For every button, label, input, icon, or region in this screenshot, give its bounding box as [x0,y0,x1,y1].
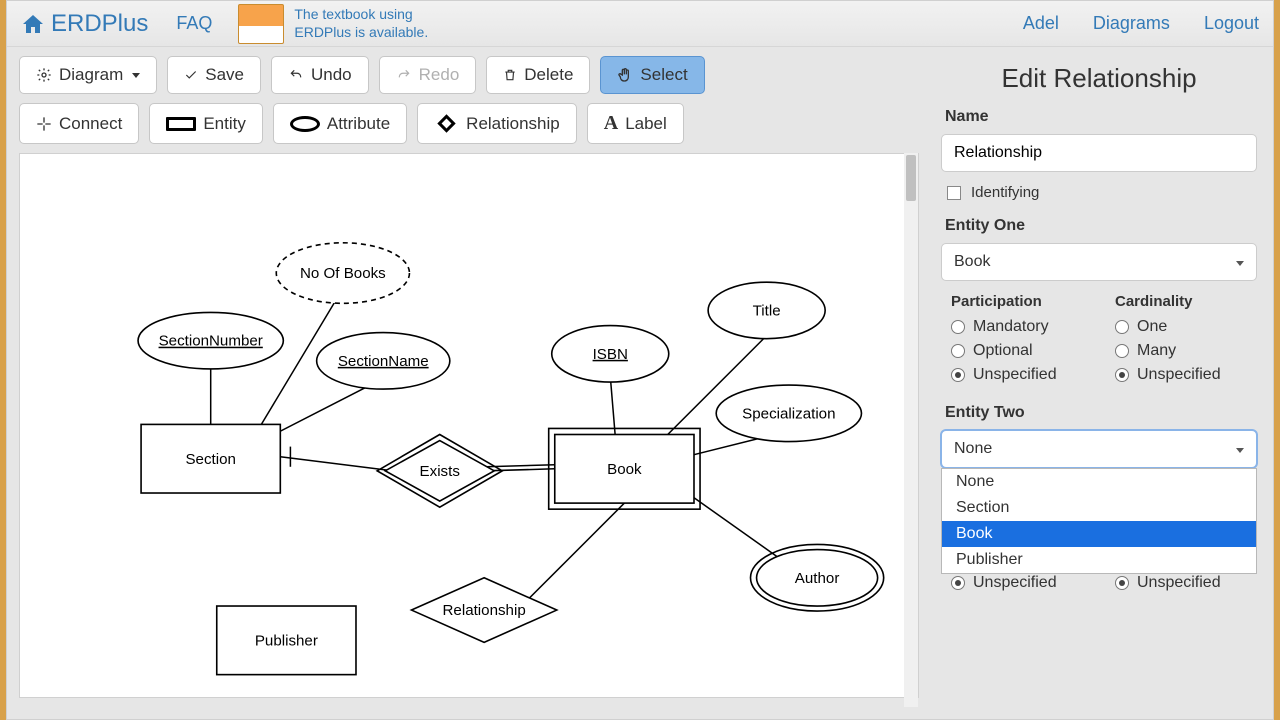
entity-one-value: Book [954,253,990,270]
svg-text:Relationship: Relationship [443,602,526,619]
name-label: Name [945,108,1257,126]
entity-two-dropdown[interactable]: NoneSectionBookPublisher [941,468,1257,574]
canvas[interactable]: No Of Books SectionNumber SectionName IS… [19,153,919,698]
redo-button[interactable]: Redo [379,56,477,94]
entity-two-select[interactable]: None [941,430,1257,468]
e1-card-unspecified[interactable]: Unspecified [1115,366,1257,384]
identifying-row[interactable]: Identifying [947,184,1257,201]
promo-banner[interactable]: The textbook using ERDPlus is available. [238,4,428,44]
svg-text:Publisher: Publisher [255,632,318,649]
undo-icon [288,68,304,82]
top-bar: ERDPlus FAQ The textbook using ERDPlus i… [7,1,1273,47]
entity-one-select[interactable]: Book [941,243,1257,281]
nav-right: Adel Diagrams Logout [1023,13,1259,34]
entity-button[interactable]: Entity [149,103,263,144]
relationship-label: Relationship [466,114,560,134]
svg-text:Exists: Exists [420,463,461,480]
save-button[interactable]: Save [167,56,261,94]
hand-icon [617,67,633,83]
participation-heading: Participation [951,293,1093,310]
entity-two-option[interactable]: None [942,469,1256,495]
entity-one-label: Entity One [945,217,1257,235]
diagram-menu-label: Diagram [59,65,123,85]
nav-logout[interactable]: Logout [1204,13,1259,34]
svg-text:Section: Section [185,451,235,468]
svg-text:SectionName: SectionName [338,353,429,370]
main-area: Diagram Save Undo [7,47,1273,719]
e1-part-mandatory[interactable]: Mandatory [951,318,1093,336]
e1-card-many[interactable]: Many [1115,342,1257,360]
nav-diagrams[interactable]: Diagrams [1093,13,1170,34]
erd-diagram: No Of Books SectionNumber SectionName IS… [20,154,918,698]
promo-line2: ERDPlus is available. [294,24,428,42]
attribute-icon [290,116,320,132]
gear-icon [36,67,52,83]
connect-icon [36,116,52,132]
name-input[interactable] [941,134,1257,172]
entity-two-option[interactable]: Book [942,521,1256,547]
connect-button[interactable]: Connect [19,103,139,144]
select-button[interactable]: Select [600,56,704,94]
identifying-label: Identifying [971,184,1039,201]
save-label: Save [205,65,244,85]
nav-user[interactable]: Adel [1023,13,1059,34]
app-root: ERDPlus FAQ The textbook using ERDPlus i… [6,0,1274,720]
redo-label: Redo [419,65,460,85]
svg-text:Author: Author [795,570,840,587]
scrollbar-thumb[interactable] [906,155,916,201]
side-panel: Edit Relationship Name Identifying Entit… [931,47,1273,719]
entity-two-option[interactable]: Section [942,495,1256,521]
entity-two-label: Entity Two [945,404,1257,422]
e1-part-unspecified[interactable]: Unspecified [951,366,1093,384]
entity-two-value: None [954,440,992,457]
e2-card-unspecified[interactable]: Unspecified [1115,574,1257,592]
delete-label: Delete [524,65,573,85]
check-icon [184,68,198,82]
svg-text:Title: Title [753,302,781,319]
svg-text:No Of Books: No Of Books [300,265,386,282]
textbook-thumb-icon [238,4,284,44]
undo-button[interactable]: Undo [271,56,369,94]
identifying-checkbox[interactable] [947,186,961,200]
relationship-button[interactable]: Relationship [417,103,577,144]
canvas-scrollbar[interactable] [904,153,918,707]
delete-button[interactable]: Delete [486,56,590,94]
toolbar: Diagram Save Undo [7,47,931,153]
undo-label: Undo [311,65,352,85]
entity-label: Entity [203,114,246,134]
entity-one-options: Participation Mandatory Optional Unspeci… [951,293,1257,390]
relationship-icon [437,114,455,132]
e2-part-unspecified[interactable]: Unspecified [951,574,1093,592]
svg-text:Specialization: Specialization [742,405,835,422]
brand[interactable]: ERDPlus [21,10,148,38]
diagram-menu-button[interactable]: Diagram [19,56,157,94]
redo-icon [396,68,412,82]
select-label: Select [640,65,687,85]
promo-line1: The textbook using [294,6,428,24]
entity-icon [166,117,196,131]
label-label: Label [625,114,667,134]
canvas-wrap: No Of Books SectionNumber SectionName IS… [7,153,931,719]
svg-text:SectionNumber: SectionNumber [159,333,263,350]
e1-card-one[interactable]: One [1115,318,1257,336]
attribute-label: Attribute [327,114,390,134]
caret-down-icon [132,73,140,78]
attribute-button[interactable]: Attribute [273,103,407,144]
panel-title: Edit Relationship [941,63,1257,94]
connect-label: Connect [59,114,122,134]
entity-two-option[interactable]: Publisher [942,547,1256,573]
home-icon [21,13,45,35]
promo-text: The textbook using ERDPlus is available. [294,6,428,41]
label-icon: A [604,112,618,135]
nav-faq[interactable]: FAQ [176,13,212,34]
brand-text: ERDPlus [51,10,148,38]
svg-text:ISBN: ISBN [593,346,628,363]
svg-text:Book: Book [607,461,642,478]
cardinality-heading: Cardinality [1115,293,1257,310]
e1-part-optional[interactable]: Optional [951,342,1093,360]
label-button[interactable]: A Label [587,103,684,144]
trash-icon [503,67,517,83]
